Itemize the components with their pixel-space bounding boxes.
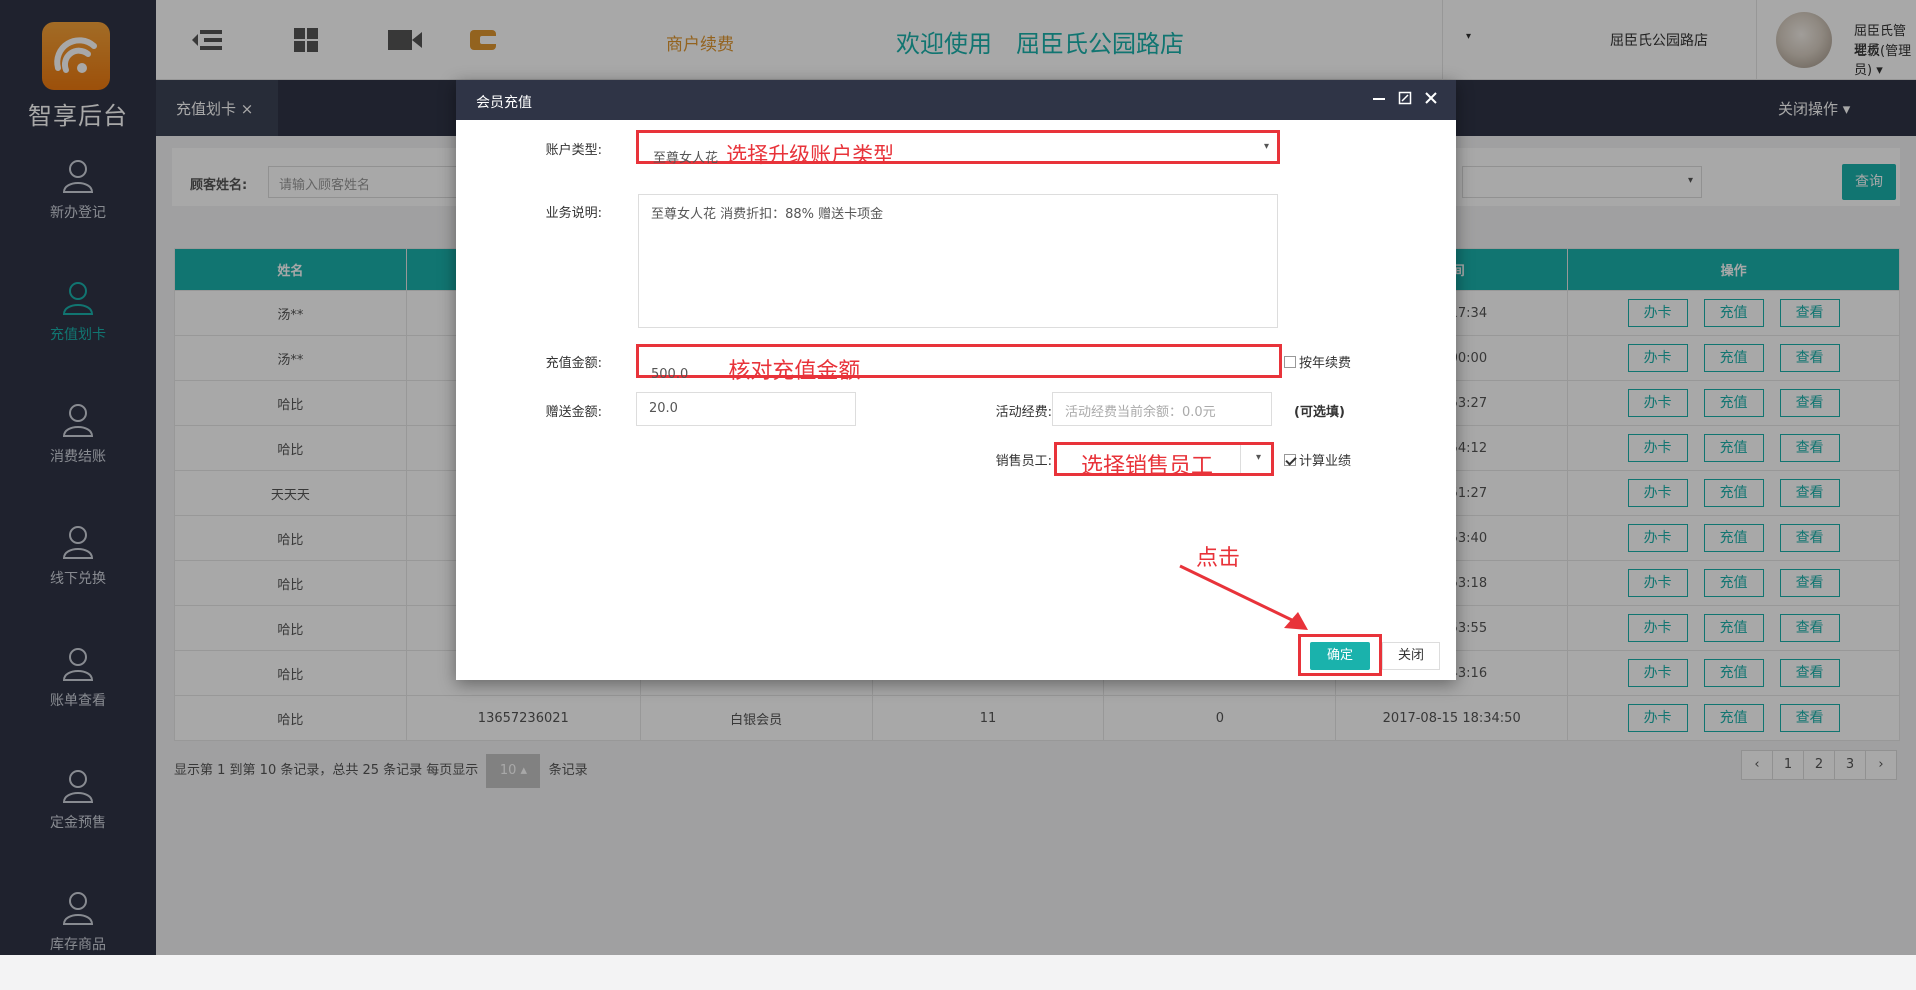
- amount-label: 充值金额:: [545, 356, 602, 371]
- calc-performance-checkbox[interactable]: 计算业绩: [1284, 450, 1351, 469]
- annual-renewal-checkbox[interactable]: 按年续费: [1284, 352, 1351, 371]
- close-icon[interactable]: [1424, 90, 1438, 110]
- account-type-select[interactable]: 至尊女人花 选择升级账户类型 ▾: [636, 130, 1280, 167]
- sales-staff-select[interactable]: 选择销售员工 ▾: [1054, 442, 1274, 479]
- caret-down-icon: ▾: [1263, 141, 1269, 152]
- dialog-header: 会员充值: [456, 80, 1456, 120]
- account-type-label: 账户类型:: [545, 143, 602, 158]
- business-desc-textarea[interactable]: 至尊女人花 消费折扣：88% 赠送卡项金: [638, 194, 1278, 328]
- gift-amount-label: 赠送金额:: [545, 405, 602, 420]
- business-desc-value: 至尊女人花 消费折扣：88% 赠送卡项金: [651, 207, 884, 222]
- close-button[interactable]: 关闭: [1382, 642, 1440, 670]
- caret-down-icon: ▾: [1255, 452, 1261, 463]
- annotation-amount: 核对充值金额: [728, 359, 861, 384]
- maximize-icon[interactable]: [1398, 90, 1412, 110]
- minimize-icon[interactable]: [1372, 90, 1386, 110]
- recharge-amount-input[interactable]: 500.0 核对充值金额: [636, 344, 1282, 384]
- annual-renewal-label: 按年续费: [1299, 356, 1352, 371]
- optional-label: (可选填): [1294, 405, 1345, 420]
- annotation-account-type: 选择升级账户类型: [726, 143, 895, 167]
- annotation-sales-staff: 选择销售员工: [1081, 454, 1214, 479]
- calc-performance-label: 计算业绩: [1299, 454, 1352, 469]
- checkbox-icon: [1284, 356, 1296, 368]
- checkbox-checked-icon: [1284, 454, 1296, 466]
- member-recharge-dialog: 会员充值 账户类型: 至尊女人花 选择升级账户类型 ▾ 业务说明: 至尊女人花 …: [456, 80, 1456, 680]
- activity-fund-label: 活动经费:: [995, 405, 1052, 420]
- gift-amount-value: 20.0: [649, 401, 678, 416]
- activity-fund-input[interactable]: 活动经费当前余额：0.0元: [1052, 392, 1272, 426]
- gift-amount-input[interactable]: 20.0: [636, 392, 856, 426]
- amount-value: 500.0: [651, 367, 689, 382]
- account-type-value: 至尊女人花: [653, 151, 719, 166]
- annotation-arrow-icon: [1179, 564, 1308, 630]
- sales-staff-label: 销售员工:: [995, 454, 1052, 469]
- dialog-title: 会员充值: [476, 95, 532, 111]
- confirm-button[interactable]: 确定: [1310, 642, 1370, 670]
- business-desc-label: 业务说明:: [545, 206, 602, 221]
